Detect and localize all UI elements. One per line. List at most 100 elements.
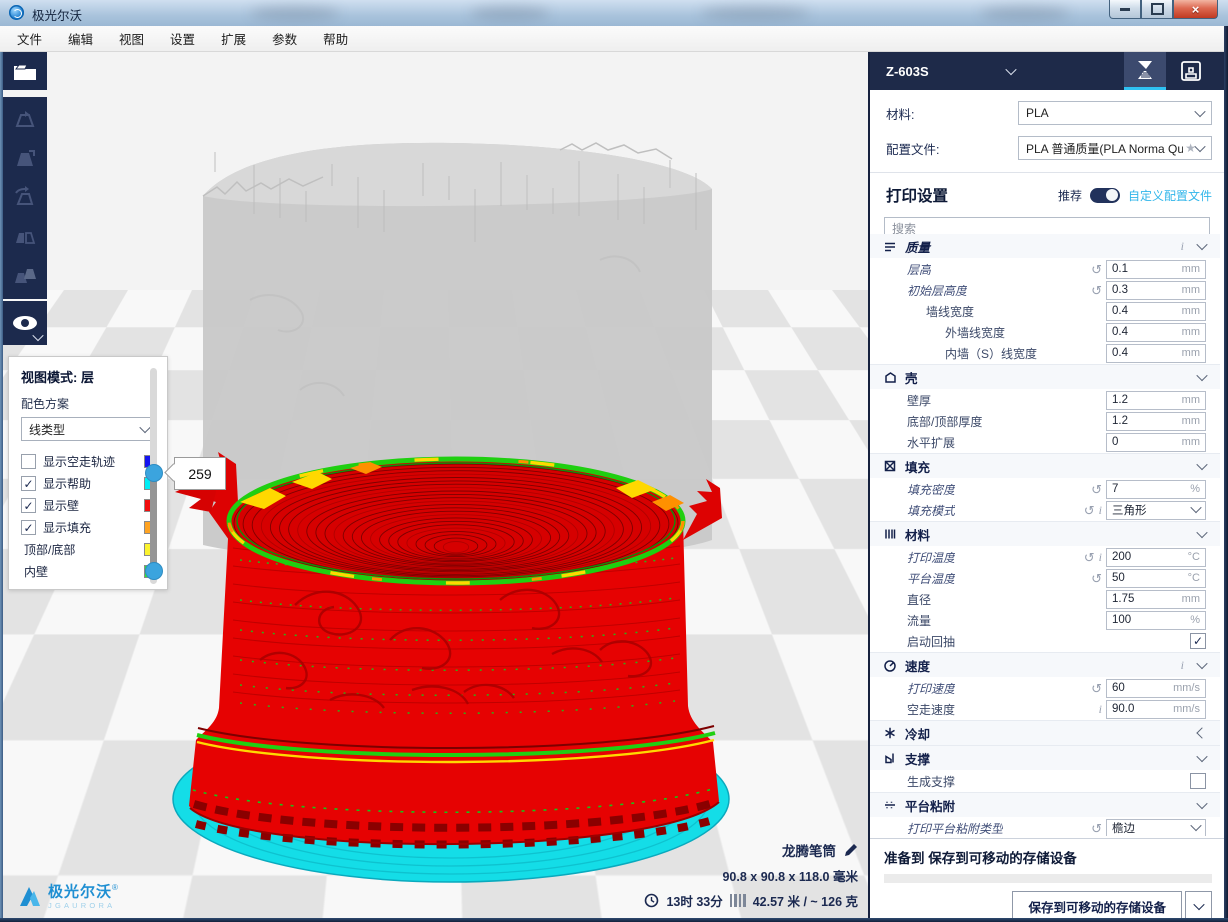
setting-value-select[interactable]: 檐边 [1106, 819, 1206, 837]
open-file-icon[interactable] [12, 60, 38, 82]
setting-value-input[interactable]: 200°C [1106, 548, 1206, 567]
settings-category-adhesion[interactable]: 平台粘附 [870, 792, 1220, 817]
clock-icon [644, 893, 659, 908]
material-select[interactable]: PLA [1018, 101, 1212, 125]
setting-label: 启动回抽 [870, 633, 955, 650]
setting-controls: ↺ 0.1mm [1091, 260, 1206, 279]
recommended-custom-toggle[interactable] [1090, 188, 1120, 203]
save-options-dropdown[interactable] [1185, 891, 1212, 920]
setting-unit: % [1190, 483, 1200, 495]
color-scheme-select[interactable]: 线类型 [21, 417, 157, 441]
category-label: 壳 [905, 368, 918, 387]
reset-icon[interactable]: ↺ [1091, 263, 1102, 276]
custom-profile-link[interactable]: 自定义配置文件 [1128, 187, 1212, 204]
per-model-settings-icon[interactable] [12, 263, 38, 289]
legend-row: ✓显示填充 [21, 517, 157, 538]
info-icon[interactable]: i [1099, 550, 1102, 565]
reset-icon[interactable]: ↺ [1091, 822, 1102, 835]
setting-value: 0.1 [1112, 263, 1128, 275]
tab-print-monitor[interactable] [1170, 52, 1212, 90]
setting-row: 直径1.75mm [870, 589, 1220, 609]
setting-label: 内墙（S）线宽度 [870, 345, 1037, 362]
settings-category-quality[interactable]: 质量i [870, 234, 1220, 258]
menu-item-5[interactable]: 参数 [259, 25, 310, 52]
setting-value-input[interactable]: 0.4 mm [1106, 302, 1206, 321]
setting-value-input[interactable]: 0.1mm [1106, 260, 1206, 279]
checkbox[interactable]: ✓ [21, 498, 36, 513]
menu-item-2[interactable]: 视图 [106, 25, 157, 52]
setting-value-input[interactable]: 50°C [1106, 569, 1206, 588]
settings-category-infill[interactable]: 填充 [870, 453, 1220, 478]
edit-pencil-icon[interactable] [843, 843, 858, 858]
info-icon[interactable]: i [1181, 658, 1184, 673]
mirror-tool-icon[interactable] [12, 224, 38, 250]
reset-icon[interactable]: ↺ [1084, 551, 1095, 564]
rotate-tool-icon[interactable] [12, 185, 38, 211]
reset-icon[interactable]: ↺ [1084, 504, 1095, 517]
checkbox[interactable]: ✓ [21, 520, 36, 535]
layer-slider-bottom-handle[interactable] [145, 562, 163, 580]
menu-item-3[interactable]: 设置 [157, 25, 208, 52]
chevron-down-icon [1194, 141, 1205, 152]
menu-item-0[interactable]: 文件 [4, 25, 55, 52]
minimize-button[interactable] [1109, 0, 1141, 19]
profile-label: 配置文件: [886, 139, 939, 158]
info-icon[interactable]: i [1099, 702, 1102, 717]
setting-value-input[interactable]: 1.2mm [1106, 391, 1206, 410]
menu-item-4[interactable]: 扩展 [208, 25, 259, 52]
setting-checkbox[interactable]: ✓ [1190, 633, 1206, 649]
info-icon[interactable]: i [1099, 503, 1102, 518]
setting-checkbox[interactable] [1190, 773, 1206, 789]
setting-controls: ↺ 0.3mm [1091, 281, 1206, 300]
menu-item-1[interactable]: 编辑 [55, 25, 106, 52]
chevron-down-icon[interactable] [1005, 64, 1016, 75]
layer-slider-top-handle[interactable] [145, 464, 163, 482]
checkbox[interactable]: ✓ [21, 476, 36, 491]
setting-row: 空走速度i90.0mm/s [870, 699, 1220, 719]
settings-category-cooling[interactable]: 冷却 [870, 720, 1220, 745]
settings-category-speed[interactable]: 速度i [870, 652, 1220, 677]
setting-unit: mm [1182, 305, 1200, 317]
setting-value-input[interactable]: 90.0mm/s [1106, 700, 1206, 719]
setting-value-input[interactable]: 60mm/s [1106, 679, 1206, 698]
checkbox[interactable] [21, 454, 36, 469]
color-scheme-label: 配色方案 [21, 395, 157, 412]
setting-value-input[interactable]: 1.75mm [1106, 590, 1206, 609]
setting-row: 层高↺0.1mm [870, 259, 1220, 279]
reset-icon[interactable]: ↺ [1091, 682, 1102, 695]
reset-icon[interactable]: ↺ [1091, 284, 1102, 297]
reset-icon[interactable]: ↺ [1091, 483, 1102, 496]
setting-value: 0.4 [1112, 305, 1128, 317]
setting-value-input[interactable]: 0.4mm [1106, 323, 1206, 342]
setting-value-input[interactable]: 1.2mm [1106, 412, 1206, 431]
setting-value-input[interactable]: 0mm [1106, 433, 1206, 452]
speed-icon [883, 658, 897, 672]
profile-select[interactable]: PLA 普通质量(PLA Norma Qua ★ [1018, 136, 1212, 160]
setting-value-input[interactable]: 0.4mm [1106, 344, 1206, 363]
category-controls [1198, 729, 1206, 737]
setting-unit: mm [1182, 394, 1200, 406]
setting-value-input[interactable]: 7% [1106, 480, 1206, 499]
menu-item-6[interactable]: 帮助 [310, 25, 361, 52]
filament-icon [730, 894, 746, 907]
maximize-button[interactable] [1141, 0, 1173, 19]
settings-category-shell[interactable]: 壳 [870, 364, 1220, 389]
info-icon[interactable]: i [1181, 239, 1184, 254]
viewport-3d[interactable]: 视图模式: 层 配色方案 线类型 显示空走轨迹✓显示帮助✓显示壁✓显示填充顶部/… [3, 52, 868, 918]
setting-value-select[interactable]: 三角形 [1106, 501, 1206, 520]
setting-row: 墙线宽度0.4mm [870, 301, 1220, 321]
reset-icon[interactable]: ↺ [1091, 572, 1102, 585]
settings-category-material[interactable]: 材料 [870, 521, 1220, 546]
setting-value-input[interactable]: 100% [1106, 611, 1206, 630]
app-window: 极光尔沃 × 文件编辑视图设置扩展参数帮助 [0, 0, 1228, 922]
scale-tool-icon[interactable] [12, 146, 38, 172]
toolbar-view-mode[interactable] [3, 301, 47, 345]
window-border [1224, 26, 1228, 922]
setting-value-input[interactable]: 0.3mm [1106, 281, 1206, 300]
model-name: 龙腾笔筒 [782, 840, 836, 860]
layers-icon [882, 238, 898, 254]
close-button[interactable]: × [1173, 0, 1218, 19]
settings-category-support[interactable]: 支撑 [870, 745, 1220, 770]
move-tool-icon[interactable] [12, 107, 38, 133]
tab-layer-view[interactable] [1124, 52, 1166, 90]
